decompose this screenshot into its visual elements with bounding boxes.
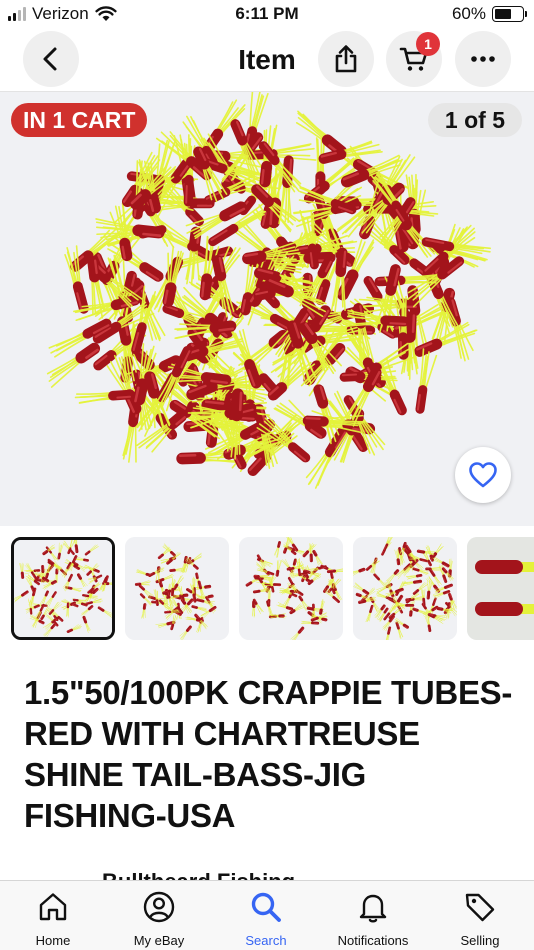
tab-label: Selling xyxy=(460,933,500,948)
thumbnail-3[interactable] xyxy=(239,537,343,640)
product-photo xyxy=(0,92,534,526)
cart-count-badge: 1 xyxy=(416,32,440,56)
thumbnail-image xyxy=(125,537,229,640)
thumbnail-5[interactable] xyxy=(467,537,534,640)
tab-label: Home xyxy=(35,933,71,948)
thumbnail-strip[interactable] xyxy=(0,536,534,642)
tab-label: Search xyxy=(245,933,287,948)
tab-label: My eBay xyxy=(133,933,185,948)
page-title: Item xyxy=(238,44,296,75)
status-bar: Verizon 6:11 PM 60% xyxy=(0,0,534,30)
tab-selling[interactable]: Selling xyxy=(427,881,533,950)
top-nav-bar: Item xyxy=(0,30,534,92)
more-options-button[interactable] xyxy=(455,31,511,87)
status-right: 60% xyxy=(451,4,527,24)
bottom-tab-bar: Home My eBay Search Notifications Sellin… xyxy=(0,880,534,950)
share-button[interactable] xyxy=(318,31,374,87)
thumbnail-2[interactable] xyxy=(125,537,229,640)
back-button[interactable] xyxy=(23,31,79,87)
item-title: 1.5"50/100PK CRAPPIE TUBES-RED WITH CHAR… xyxy=(24,674,513,834)
thumbnail-4[interactable] xyxy=(353,537,457,640)
in-cart-tag: IN 1 CART xyxy=(11,103,148,137)
thumbnail-image xyxy=(467,537,534,640)
thumbnail-image xyxy=(353,537,457,640)
chevron-left-icon xyxy=(43,47,57,71)
profile-icon xyxy=(143,891,175,923)
heart-icon xyxy=(469,462,497,488)
thumbnail-image xyxy=(239,537,343,640)
battery-icon xyxy=(492,6,527,22)
share-icon xyxy=(335,45,357,73)
search-icon xyxy=(251,892,281,922)
battery-percent: 60% xyxy=(451,4,486,23)
tab-notifications[interactable]: Notifications xyxy=(320,881,426,950)
tab-home[interactable]: Home xyxy=(0,881,106,950)
product-image-gallery[interactable]: IN 1 CART 1 of 5 xyxy=(0,92,534,526)
home-icon xyxy=(39,893,67,921)
tab-label: Notifications xyxy=(337,933,409,948)
tab-search[interactable]: Search xyxy=(213,881,319,950)
thumbnail-1[interactable] xyxy=(11,537,115,640)
tab-my-ebay[interactable]: My eBay xyxy=(106,881,212,950)
tag-icon xyxy=(465,893,495,922)
more-icon xyxy=(471,56,495,62)
watch-button[interactable] xyxy=(455,447,511,503)
thumbnail-image xyxy=(14,540,112,637)
bell-icon xyxy=(359,894,387,923)
image-counter: 1 of 5 xyxy=(427,103,522,137)
